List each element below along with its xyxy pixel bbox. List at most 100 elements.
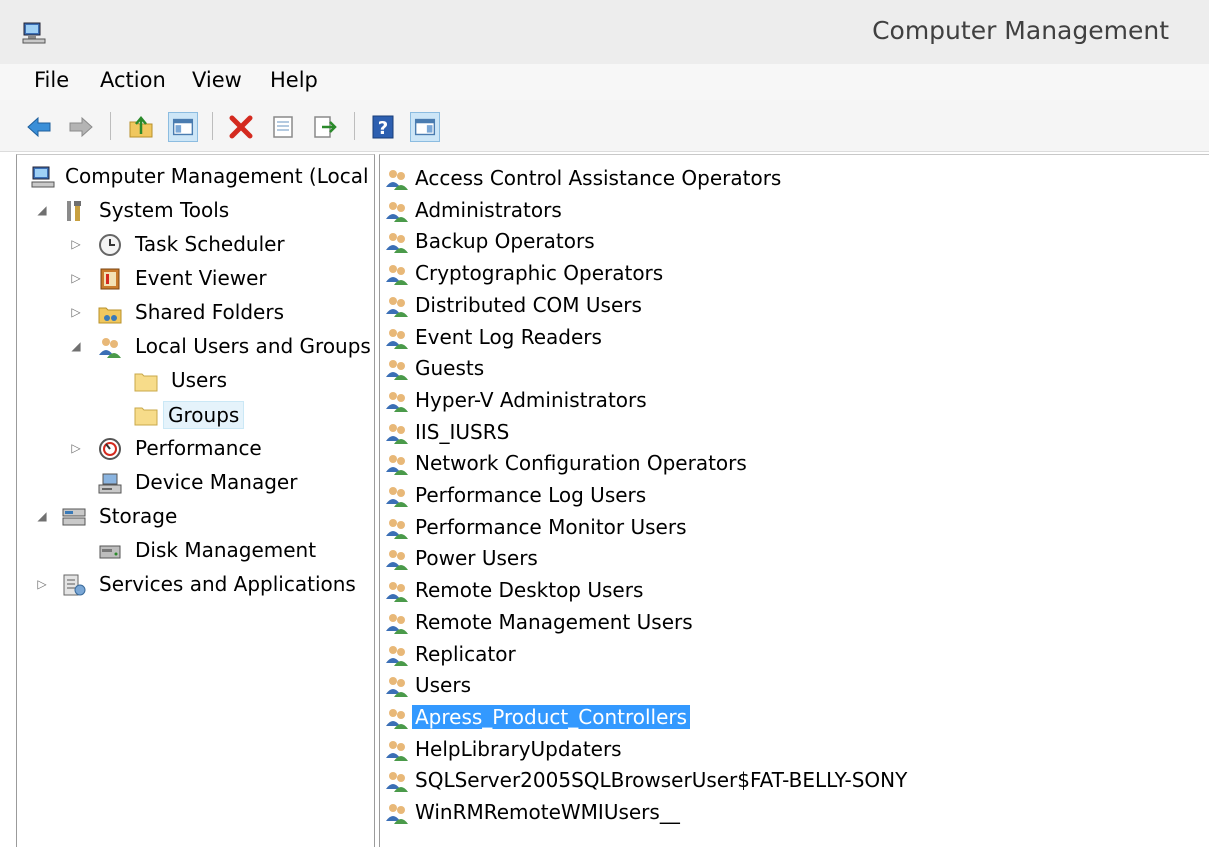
group-name: Backup Operators — [415, 229, 595, 254]
group-icon — [386, 455, 408, 476]
group-name: Distributed COM Users — [415, 292, 642, 317]
menu-view[interactable]: View — [192, 68, 242, 92]
group-name: Hyper-V Administrators — [415, 387, 647, 412]
group-icon — [386, 550, 408, 571]
services-icon — [63, 574, 86, 596]
collapsed-arrow-icon[interactable]: ▷ — [69, 237, 83, 251]
toolbar-separator — [354, 112, 355, 140]
group-icon — [386, 423, 408, 444]
toolbar-separator — [110, 112, 111, 140]
expanded-arrow-icon[interactable]: ◢ — [69, 339, 83, 353]
groups-list: Access Control Assistance Operators Admin… — [379, 154, 1209, 847]
expanded-arrow-icon[interactable]: ◢ — [35, 203, 49, 217]
group-name: HelpLibraryUpdaters — [415, 736, 622, 761]
toolbar: ? — [0, 100, 1209, 152]
group-icon — [386, 772, 408, 793]
storage-icon — [62, 508, 86, 526]
tree-label: Local Users and Groups — [135, 334, 371, 358]
tree-label: System Tools — [99, 198, 230, 222]
group-name: Performance Log Users — [415, 483, 647, 507]
group-icon — [386, 201, 408, 222]
shared-folder-icon — [98, 307, 122, 324]
group-icon — [386, 677, 408, 698]
up-folder-icon[interactable] — [126, 112, 156, 142]
group-name: Replicator — [415, 641, 516, 666]
group-name: Network Configuration Operators — [415, 451, 747, 476]
group-icon — [386, 708, 408, 729]
folder-icon — [134, 407, 158, 426]
tree-label: Computer Management (Local — [65, 164, 369, 188]
tree-label: Event Viewer — [135, 266, 267, 290]
group-name: Access Control Assistance Operators — [415, 166, 782, 190]
group-icon — [386, 487, 408, 507]
group-name: Remote Desktop Users — [415, 578, 644, 603]
tree-label: Services and Applications — [99, 572, 356, 596]
menu-file[interactable]: File — [34, 68, 69, 92]
export-list-icon[interactable] — [310, 112, 340, 142]
group-icon — [386, 582, 408, 603]
group-icon — [386, 645, 408, 666]
menu-help[interactable]: Help — [270, 68, 318, 92]
toolbar-separator — [212, 112, 213, 140]
group-icon — [386, 360, 408, 381]
group-name: IIS_IUSRS — [415, 419, 510, 444]
group-icon — [386, 170, 408, 190]
group-name: Guests — [415, 356, 485, 381]
tree-label: Device Manager — [135, 470, 298, 494]
group-icon — [386, 518, 408, 539]
group-name: Users — [415, 673, 472, 698]
group-name: Administrators — [415, 197, 562, 222]
group-name: Power Users — [415, 546, 538, 571]
tools-icon — [67, 201, 81, 221]
collapsed-arrow-icon[interactable]: ▷ — [69, 441, 83, 455]
collapsed-arrow-icon[interactable]: ▷ — [35, 577, 49, 591]
clock-icon — [99, 234, 121, 256]
device-manager-icon — [98, 473, 122, 494]
group-name: Apress_Product_Controllers — [412, 704, 691, 729]
title-bar: Computer Management — [0, 0, 1209, 64]
group-icon — [386, 265, 408, 286]
collapsed-arrow-icon[interactable]: ▷ — [69, 271, 83, 285]
group-icon — [386, 233, 408, 254]
expanded-arrow-icon[interactable]: ◢ — [35, 509, 49, 523]
show-hide-action-pane-icon[interactable] — [410, 112, 440, 142]
performance-gauge-icon — [99, 438, 121, 460]
group-icon — [386, 804, 408, 824]
tree-label: Groups — [163, 401, 245, 429]
group-name: Cryptographic Operators — [415, 261, 664, 286]
back-arrow-icon[interactable] — [24, 112, 54, 142]
tree-label: Task Scheduler — [135, 232, 285, 256]
show-hide-tree-icon[interactable] — [168, 112, 198, 142]
group-name: Performance Monitor Users — [415, 514, 687, 539]
svg-text:?: ? — [378, 118, 388, 139]
tree-label: Storage — [99, 504, 178, 528]
collapsed-arrow-icon[interactable]: ▷ — [69, 305, 83, 319]
window-title: Computer Management — [872, 16, 1169, 45]
group-name: SQLServer2005SQLBrowserUser$FAT-BELLY-SO… — [415, 768, 908, 793]
tree-label: Shared Folders — [135, 300, 284, 324]
folder-icon — [134, 373, 158, 392]
tree-label: Disk Management — [135, 538, 317, 562]
users-group-icon — [99, 338, 121, 358]
disk-management-icon — [99, 545, 121, 559]
menu-bar: File Action View Help — [0, 64, 1209, 100]
console-tree: Computer Management (Local ◢ System Tool… — [16, 154, 375, 847]
tree-label: Performance — [135, 436, 262, 460]
group-icon — [386, 740, 408, 761]
group-name: Event Log Readers — [415, 324, 602, 349]
computer-management-icon — [31, 166, 55, 188]
group-icon — [386, 391, 408, 412]
tree-label: Users — [171, 368, 228, 392]
delete-icon[interactable] — [226, 112, 256, 142]
computer-management-icon — [22, 22, 46, 44]
group-icon — [386, 328, 408, 349]
group-icon — [386, 613, 408, 634]
properties-icon[interactable] — [268, 112, 298, 142]
event-viewer-icon — [100, 268, 120, 290]
help-icon[interactable]: ? — [368, 112, 398, 142]
menu-action[interactable]: Action — [100, 68, 166, 92]
forward-arrow-icon[interactable] — [66, 112, 96, 142]
group-icon — [386, 296, 408, 317]
group-name: WinRMRemoteWMIUsers__ — [415, 800, 680, 824]
group-name: Remote Management Users — [415, 609, 693, 634]
